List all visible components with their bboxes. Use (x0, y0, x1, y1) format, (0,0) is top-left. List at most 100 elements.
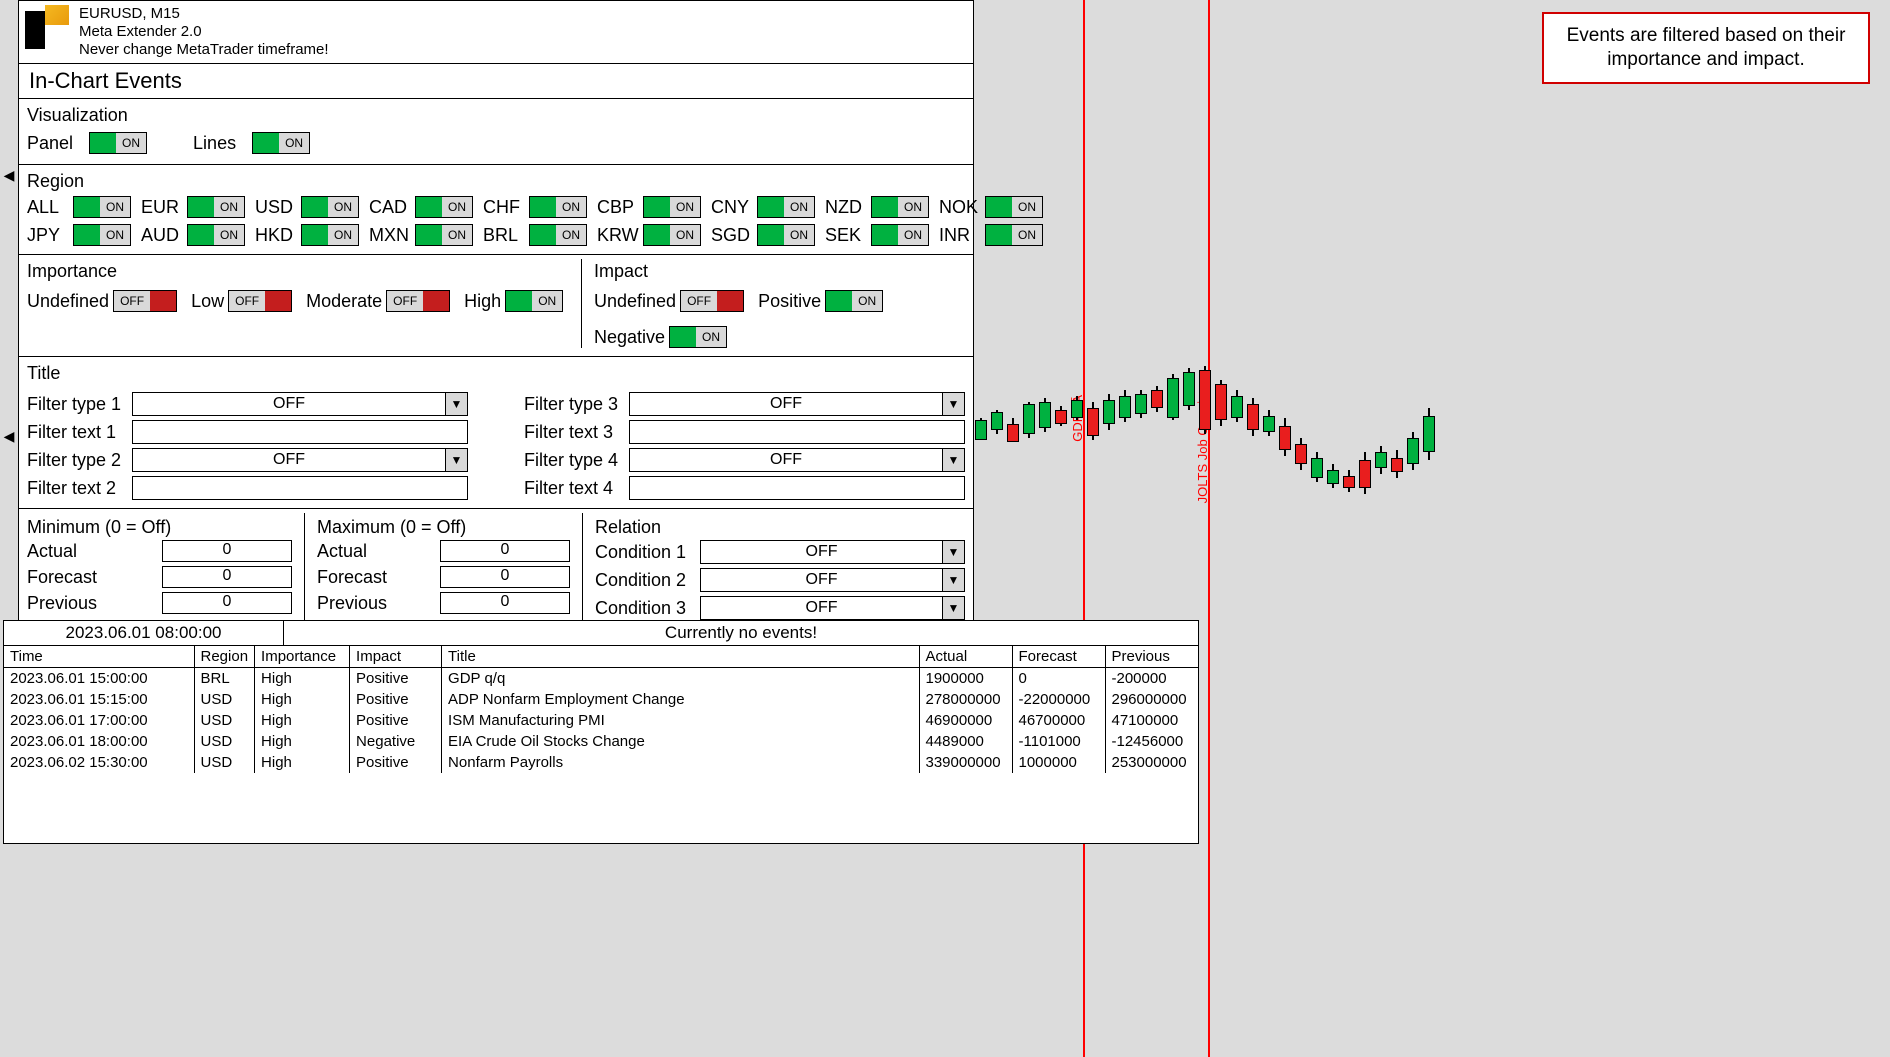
region-toggle-sgd[interactable]: on (757, 224, 815, 246)
events-table: TimeRegionImportanceImpactTitleActualFor… (4, 646, 1198, 773)
condition1-dropdown[interactable]: OFF▼ (700, 540, 965, 564)
events-panel: 2023.06.01 08:00:00 Currently no events!… (3, 620, 1199, 844)
filter-type-4-dropdown[interactable]: OFF▼ (629, 448, 965, 472)
min-actual-input[interactable]: 0 (162, 540, 292, 562)
impact-label-negative: Negative (594, 327, 665, 348)
collapse-handle-bottom[interactable]: ◀ (0, 426, 18, 446)
condition2-label: Condition 2 (595, 570, 686, 591)
region-label-nok: NOK (939, 197, 979, 218)
region-toggle-nok[interactable]: on (985, 196, 1043, 218)
impact-label-undefined: Undefined (594, 291, 676, 312)
min-previous-label: Previous (27, 593, 150, 614)
chevron-down-icon: ▼ (942, 393, 964, 415)
filter-type-1-label: Filter type 1 (27, 394, 132, 415)
region-toggle-aud[interactable]: on (187, 224, 245, 246)
filter-text-4-input[interactable] (629, 476, 965, 500)
region-toggle-cbp[interactable]: on (643, 196, 701, 218)
filter-type-2-dropdown[interactable]: OFF▼ (132, 448, 468, 472)
filter-type-3-label: Filter type 3 (524, 394, 629, 415)
importance-label-undefined: Undefined (27, 291, 109, 312)
region-label-krw: KRW (597, 225, 637, 246)
region-toggle-chf[interactable]: on (529, 196, 587, 218)
max-previous-label: Previous (317, 593, 428, 614)
events-row[interactable]: 2023.06.02 15:30:00USDHighPositiveNonfar… (4, 752, 1198, 773)
region-label-cad: CAD (369, 197, 409, 218)
region-label-all: ALL (27, 197, 67, 218)
events-col-impact: Impact (350, 646, 442, 668)
lines-toggle[interactable]: on (252, 132, 310, 154)
chevron-down-icon: ▼ (942, 541, 964, 563)
min-previous-input[interactable]: 0 (162, 592, 292, 614)
chevron-down-icon: ▼ (445, 393, 467, 415)
events-col-actual: Actual (919, 646, 1012, 668)
section-visualization-title: Visualization (27, 103, 965, 130)
region-toggle-inr[interactable]: on (985, 224, 1043, 246)
max-actual-input[interactable]: 0 (440, 540, 570, 562)
min-forecast-label: Forecast (27, 567, 150, 588)
region-toggle-cad[interactable]: on (415, 196, 473, 218)
importance-toggle-high[interactable]: on (505, 290, 563, 312)
importance-toggle-low[interactable]: off (228, 290, 292, 312)
region-toggle-mxn[interactable]: on (415, 224, 473, 246)
region-label-cbp: CBP (597, 197, 637, 218)
filter-type-4-label: Filter type 4 (524, 450, 629, 471)
region-toggle-usd[interactable]: on (301, 196, 359, 218)
min-forecast-input[interactable]: 0 (162, 566, 292, 588)
chevron-down-icon: ▼ (445, 449, 467, 471)
collapse-handle-top[interactable]: ◀ (0, 165, 18, 185)
condition3-label: Condition 3 (595, 598, 686, 619)
region-label-inr: INR (939, 225, 979, 246)
max-forecast-label: Forecast (317, 567, 428, 588)
chevron-down-icon: ▼ (942, 569, 964, 591)
filter-type-2-label: Filter type 2 (27, 450, 132, 471)
region-label-aud: AUD (141, 225, 181, 246)
region-toggle-brl[interactable]: on (529, 224, 587, 246)
lines-switch-label: Lines (193, 133, 236, 154)
region-toggle-jpy[interactable]: on (73, 224, 131, 246)
filter-text-1-input[interactable] (132, 420, 468, 444)
region-toggle-sek[interactable]: on (871, 224, 929, 246)
importance-toggle-undefined[interactable]: off (113, 290, 177, 312)
impact-toggle-negative[interactable]: on (669, 326, 727, 348)
panel-toggle[interactable]: on (89, 132, 147, 154)
events-col-region: Region (194, 646, 255, 668)
region-label-cny: CNY (711, 197, 751, 218)
region-toggle-hkd[interactable]: on (301, 224, 359, 246)
filter-text-2-input[interactable] (132, 476, 468, 500)
events-row[interactable]: 2023.06.01 15:15:00USDHighPositiveADP No… (4, 689, 1198, 710)
condition2-dropdown[interactable]: OFF▼ (700, 568, 965, 592)
section-relation-title: Relation (595, 517, 965, 538)
importance-label-high: High (464, 291, 501, 312)
filter-text-3-input[interactable] (629, 420, 965, 444)
events-current-time: 2023.06.01 08:00:00 (4, 621, 284, 645)
events-col-importance: Importance (255, 646, 350, 668)
filter-text-1-label: Filter text 1 (27, 422, 132, 443)
events-row[interactable]: 2023.06.01 17:00:00USDHighPositiveISM Ma… (4, 710, 1198, 731)
events-row[interactable]: 2023.06.01 15:00:00BRLHighPositiveGDP q/… (4, 668, 1198, 690)
region-label-brl: BRL (483, 225, 523, 246)
region-label-usd: USD (255, 197, 295, 218)
region-toggle-nzd[interactable]: on (871, 196, 929, 218)
info-callout: Events are filtered based on their impor… (1542, 12, 1870, 84)
importance-label-moderate: Moderate (306, 291, 382, 312)
region-label-nzd: NZD (825, 197, 865, 218)
max-forecast-input[interactable]: 0 (440, 566, 570, 588)
region-label-jpy: JPY (27, 225, 67, 246)
filter-text-4-label: Filter text 4 (524, 478, 629, 499)
filter-type-3-dropdown[interactable]: OFF▼ (629, 392, 965, 416)
events-row[interactable]: 2023.06.01 18:00:00USDHighNegativeEIA Cr… (4, 731, 1198, 752)
section-minimum-title: Minimum (0 = Off) (27, 517, 292, 538)
region-label-sek: SEK (825, 225, 865, 246)
impact-toggle-positive[interactable]: on (825, 290, 883, 312)
impact-toggle-undefined[interactable]: off (680, 290, 744, 312)
region-toggle-krw[interactable]: on (643, 224, 701, 246)
max-previous-input[interactable]: 0 (440, 592, 570, 614)
importance-toggle-moderate[interactable]: off (386, 290, 450, 312)
condition3-dropdown[interactable]: OFF▼ (700, 596, 965, 620)
filter-type-1-dropdown[interactable]: OFF▼ (132, 392, 468, 416)
region-toggle-cny[interactable]: on (757, 196, 815, 218)
max-actual-label: Actual (317, 541, 428, 562)
chevron-down-icon: ▼ (942, 449, 964, 471)
region-toggle-all[interactable]: on (73, 196, 131, 218)
region-toggle-eur[interactable]: on (187, 196, 245, 218)
